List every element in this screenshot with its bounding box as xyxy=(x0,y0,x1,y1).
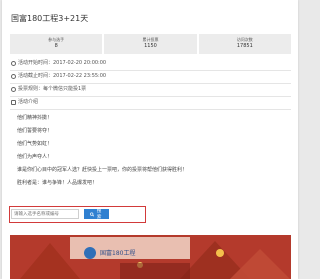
stat-visits-value: 17851 xyxy=(236,43,253,49)
info-icon xyxy=(11,87,16,92)
stat-participants: 参与选手 8 xyxy=(10,34,103,54)
divider xyxy=(10,70,291,71)
page-title: 国富180工程3+21天 xyxy=(11,14,89,23)
stat-visits-label: 访问次数 xyxy=(236,37,253,42)
intro-line: 胜利者是：谁与争锋！人品爆发吧！ xyxy=(17,180,98,186)
intro-line: 他们为声夺人！ xyxy=(17,154,53,160)
document-icon xyxy=(11,100,16,105)
stat-visits: 访问次数 17851 xyxy=(198,34,291,54)
divider xyxy=(10,83,291,84)
stat-votes-value: 1150 xyxy=(144,43,157,49)
start-time-row: 活动开始时间：2017-02-20 20:00:00 xyxy=(11,60,106,67)
search-input[interactable] xyxy=(11,209,79,219)
divider xyxy=(10,109,291,110)
search-button[interactable]: 搜索 xyxy=(84,208,109,219)
banner-graphic: 国富180工程 xyxy=(10,235,291,279)
intro-line: 他们气势如虹！ xyxy=(17,141,53,147)
end-time-text: 活动截止时间：2017-02-22 23:55:00 xyxy=(18,73,107,79)
event-banner-image: 国富180工程 xyxy=(10,235,291,279)
vote-rule-row: 投票规则：每个微信只能投1票 xyxy=(11,86,86,93)
stat-participants-value: 8 xyxy=(54,43,58,49)
intro-line: 谁是你们心目中的冠军人选？赶快投上一票吧，你的投票将帮他们获得胜利！ xyxy=(17,167,188,173)
banner-logo-text: 国富180工程 xyxy=(100,249,135,257)
stats-bar: 参与选手 8 累计投票 1150 访问次数 17851 xyxy=(10,34,291,54)
divider xyxy=(10,96,291,97)
intro-section-title: 活动介绍 xyxy=(18,99,39,105)
stat-votes: 累计投票 1150 xyxy=(104,34,197,54)
vote-rule-text: 投票规则：每个微信只能投1票 xyxy=(18,86,87,92)
intro-line: 他们誓要将夺！ xyxy=(17,128,53,134)
intro-line: 他们精神抖擞！ xyxy=(17,115,53,121)
clock-icon xyxy=(11,74,16,79)
start-time-text: 活动开始时间：2017-02-20 20:00:00 xyxy=(18,60,107,66)
stat-participants-label: 参与选手 xyxy=(48,37,65,42)
intro-header-row: 活动介绍 xyxy=(11,99,38,106)
end-time-row: 活动截止时间：2017-02-22 23:55:00 xyxy=(11,73,106,80)
vote-page: 国富180工程3+21天 参与选手 8 累计投票 1150 访问次数 17851… xyxy=(2,0,298,279)
clock-icon xyxy=(11,61,16,66)
search-button-label: 搜索 xyxy=(96,208,102,219)
search-icon xyxy=(90,211,95,216)
stat-votes-label: 累计投票 xyxy=(142,37,159,42)
